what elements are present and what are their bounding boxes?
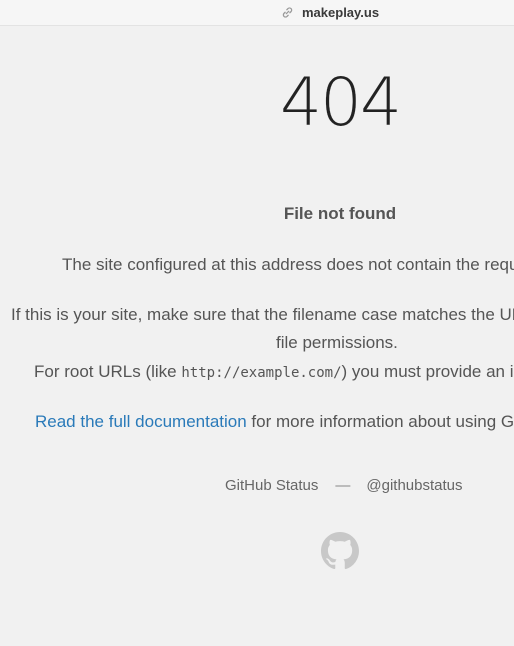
site-owner-hint-continued: file permissions. [276,333,398,352]
error-page: 404 File not found The site configured a… [0,26,514,646]
site-owner-hint: If this is your site, make sure that the… [11,305,514,324]
footer-separator: — [335,477,351,494]
documentation-suffix: for more information about using GitHub … [251,412,514,431]
github-octocat-icon[interactable] [321,532,359,570]
root-url-hint-prefix: For root URLs (like [34,362,182,381]
root-url-hint: For root URLs (like http://example.com/)… [34,362,514,382]
example-url-code: http://example.com/ [181,365,342,381]
github-status-link[interactable]: GitHub Status [225,477,318,494]
address-bar-content[interactable]: makeplay.us [281,3,379,21]
error-code: 404 [280,64,402,141]
documentation-line: Read the full documentation for more inf… [35,412,514,432]
browser-address-bar[interactable]: makeplay.us [0,0,514,26]
link-icon [282,6,293,18]
githubstatus-twitter-link[interactable]: @githubstatus [366,477,462,494]
documentation-link[interactable]: Read the full documentation [35,412,247,431]
footer-links: GitHub Status — @githubstatus [225,477,463,494]
error-title: File not found [283,204,397,223]
error-description: The site configured at this address does… [62,255,514,274]
root-url-hint-suffix: ) you must provide an index.html file. [341,362,514,381]
address-url[interactable]: makeplay.us [302,5,379,20]
